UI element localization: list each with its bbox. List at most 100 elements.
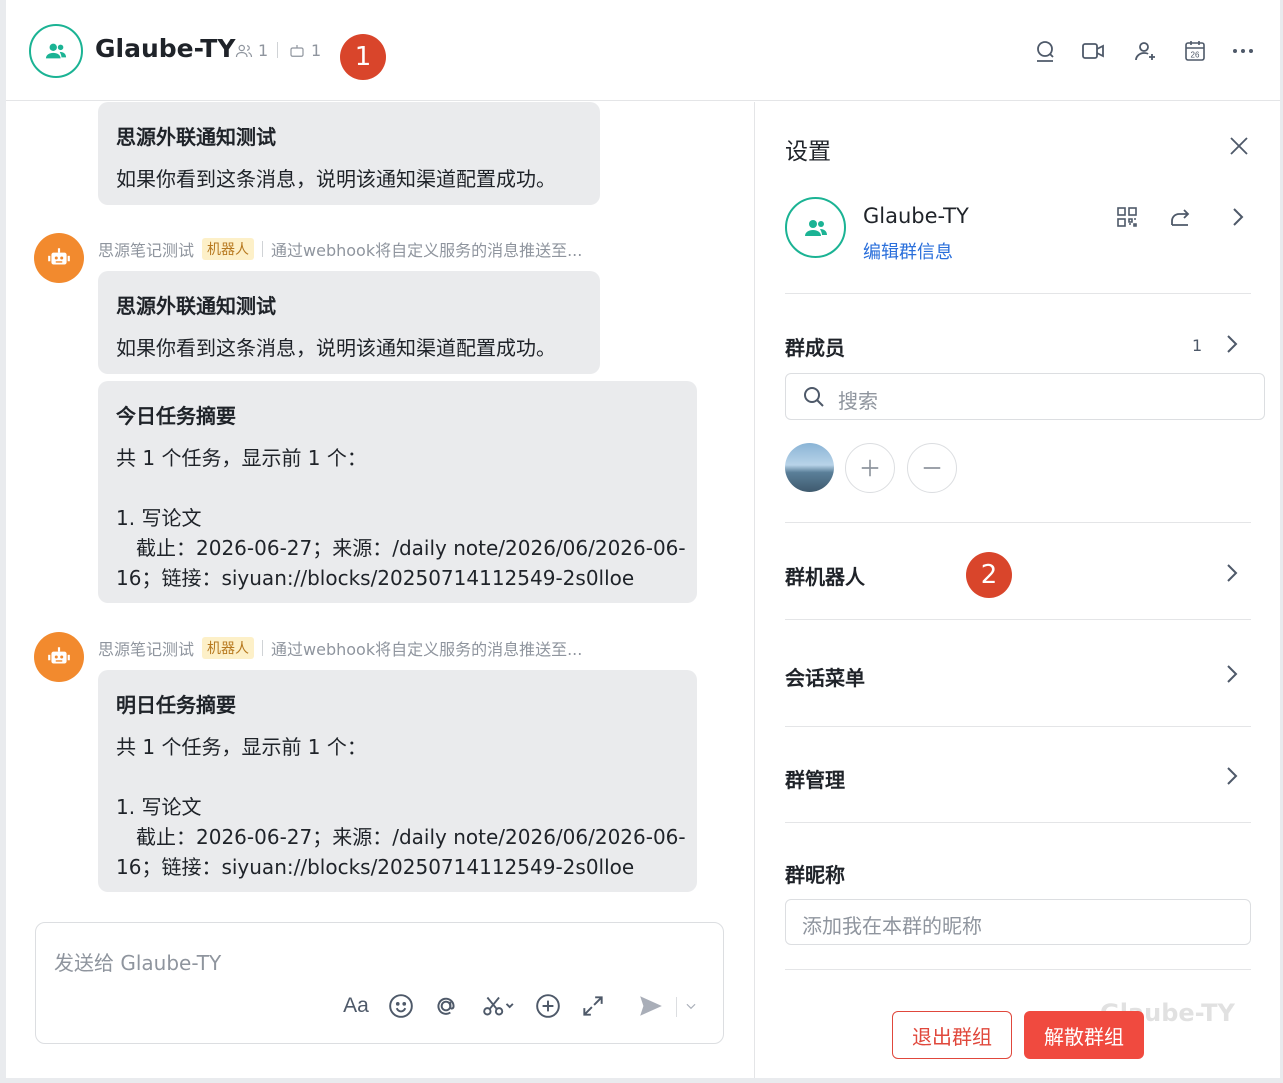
screenshot-button[interactable] [478,991,518,1021]
message-title: 思源外联通知测试 [116,294,276,318]
message-text: 1. 写论文 [116,795,202,819]
chat-title[interactable]: Glaube-TY [95,34,235,63]
message-text: 共 1 个任务，显示前 1 个： [116,446,367,470]
close-icon[interactable] [1227,134,1251,158]
calendar-icon: 26 [1185,41,1205,61]
remove-member-circle-button[interactable] [907,443,957,493]
message-text: 16；链接：siyuan://blocks/20250714112549-2s0… [116,566,635,590]
member-count-meta[interactable]: 1 [235,41,268,60]
robot-face-icon [48,248,70,265]
robot-face-icon [48,647,70,664]
message-bubble[interactable]: 思源外联通知测试 如果你看到这条消息，说明该通知渠道配置成功。 [98,271,600,374]
divider [785,293,1251,294]
divider [785,619,1251,620]
send-button[interactable] [636,991,666,1021]
emoji-icon [389,994,413,1018]
chevron-right-icon[interactable] [1225,205,1249,229]
send-icon [640,996,662,1016]
add-member-button[interactable] [1133,38,1159,64]
message-text: 截止：2026-06-27；来源：/daily note/2026/06/202… [136,825,686,849]
chat-area: 思源外联通知测试 如果你看到这条消息，说明该通知渠道配置成功。 思源笔记测试 机… [6,102,754,1078]
emoji-button[interactable] [386,991,416,1021]
message-composer[interactable]: 发送给 Glaube-TY Aa [35,922,724,1044]
add-user-icon [1135,42,1155,61]
chevron-right-icon[interactable] [1223,562,1241,584]
robot-icon [290,44,304,57]
chevron-right-icon[interactable] [1223,663,1241,685]
bot-avatar[interactable] [34,233,84,283]
at-icon [437,997,455,1015]
members-count: 1 [1192,336,1203,355]
scissors-icon [483,996,514,1016]
chevron-down-icon [686,1003,696,1010]
group-name: Glaube-TY [863,204,969,228]
more-icon [1233,49,1253,53]
plus-circle-icon [536,994,560,1018]
sender-info: 思源笔记测试 机器人 通过webhook将自定义服务的消息推送至... [98,636,582,660]
annotation-badge-1: 1 [340,34,386,80]
sender-name[interactable]: 思源笔记测试 [98,636,194,660]
font-format-button[interactable]: Aa [341,991,371,1021]
expand-icon [583,996,603,1016]
message-title: 思源外联通知测试 [116,125,276,149]
dissolve-group-button[interactable]: 解散群组 [1024,1011,1144,1059]
calendar-day: 26 [1191,51,1200,60]
mention-button[interactable] [431,991,461,1021]
edit-group-info-link[interactable]: 编辑群信息 [863,238,953,264]
message-bubble[interactable]: 今日任务摘要 共 1 个任务，显示前 1 个： 1. 写论文 截止：2026-0… [98,381,697,603]
message-title: 明日任务摘要 [116,693,236,717]
group-manage-label[interactable]: 群管理 [785,764,845,793]
sender-name[interactable]: 思源笔记测试 [98,237,194,261]
bot-count: 1 [311,41,322,60]
bot-avatar[interactable] [34,632,84,682]
message-bubble[interactable]: 思源外联通知测试 如果你看到这条消息，说明该通知渠道配置成功。 [98,102,600,205]
chevron-right-icon[interactable] [1223,765,1241,787]
video-call-button[interactable] [1080,38,1106,64]
group-icon [804,219,827,236]
more-button[interactable] [1230,38,1256,64]
meta-divider [277,42,278,58]
sender-divider [262,241,264,257]
share-icon[interactable] [1168,205,1192,229]
add-member-circle-button[interactable] [845,443,895,493]
search-chat-button[interactable] [1032,38,1058,64]
composer-placeholder: 发送给 Glaube-TY [54,951,222,975]
message-bubble[interactable]: 明日任务摘要 共 1 个任务，显示前 1 个： 1. 写论文 截止：2026-0… [98,670,697,892]
qr-code-icon[interactable] [1115,205,1139,229]
minus-icon [923,467,941,469]
message-title: 今日任务摘要 [116,404,236,428]
panel-title: 设置 [785,139,831,165]
group-avatar[interactable] [29,24,83,78]
expand-button[interactable] [578,991,608,1021]
bots-row-label[interactable]: 群机器人 [785,561,865,590]
robot-tag: 机器人 [202,238,255,260]
send-options-button[interactable] [681,991,701,1021]
divider [785,726,1251,727]
settings-panel: 设置 Glaube-TY 编辑群信息 群成员 1 搜索 群机器人 2 会话菜单 [754,102,1280,1078]
member-avatar[interactable] [785,443,834,492]
sender-description: 通过webhook将自定义服务的消息推送至... [271,640,583,659]
search-placeholder: 搜索 [838,389,878,413]
group-nickname-label: 群昵称 [785,863,845,887]
video-icon [1082,43,1104,59]
more-tools-button[interactable] [533,991,563,1021]
members-label[interactable]: 群成员 [785,332,845,361]
message-text: 如果你看到这条消息，说明该通知渠道配置成功。 [116,167,556,191]
annotation-badge-2: 2 [966,552,1012,598]
members-icon [235,44,253,57]
nickname-placeholder: 添加我在本群的昵称 [802,914,982,938]
divider [785,969,1251,970]
group-avatar-large[interactable] [785,197,846,258]
sender-description: 通过webhook将自定义服务的消息推送至... [271,241,583,260]
robot-tag: 机器人 [202,637,255,659]
nickname-input[interactable]: 添加我在本群的昵称 [785,899,1251,945]
bot-count-meta[interactable]: 1 [288,41,321,60]
sender-info: 思源笔记测试 机器人 通过webhook将自定义服务的消息推送至... [98,237,582,261]
exit-group-button[interactable]: 退出群组 [892,1011,1012,1059]
message-text: 截止：2026-06-27；来源：/daily note/2026/06/202… [136,536,686,560]
chevron-right-icon[interactable] [1223,333,1241,355]
calendar-button[interactable]: 26 [1182,38,1208,64]
session-menu-label[interactable]: 会话菜单 [785,662,865,691]
member-search-input[interactable]: 搜索 [785,373,1265,420]
message-text: 16；链接：siyuan://blocks/20250714112549-2s0… [116,855,635,879]
